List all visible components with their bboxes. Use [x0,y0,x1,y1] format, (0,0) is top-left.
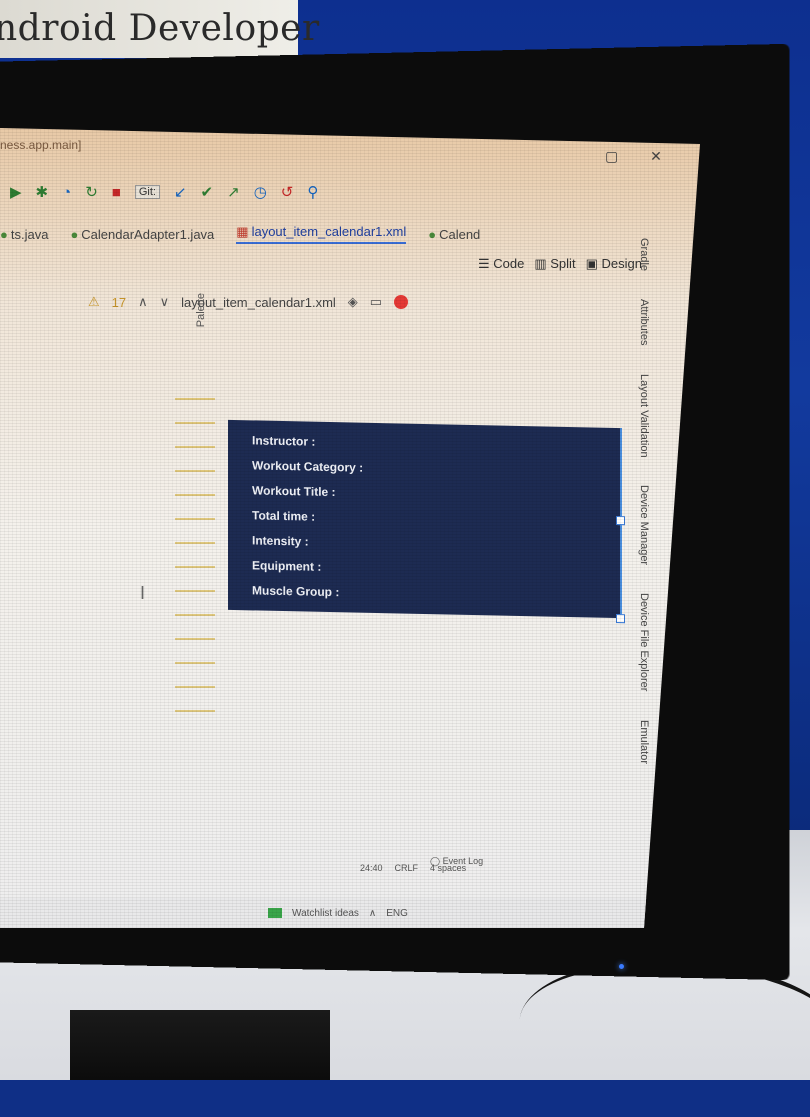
gutter-markers [175,398,215,728]
java-file-icon: ● [0,226,8,242]
code-view-button[interactable]: ☰ Code [478,256,524,272]
device-manager-tab[interactable]: Device Manager [628,485,650,565]
device-icon[interactable]: ▭ [370,294,382,310]
monitor-screen: ness.app.main] ▢ ✕ ▶ ✱ ◔ ↻ ■ Git: ↙ ✔ ↗ … [0,128,700,928]
power-led [619,964,624,969]
java-file-icon: ● [70,226,79,242]
language-indicator[interactable]: ENG [386,908,408,919]
gradle-panel-tab[interactable]: Gradle [628,238,650,271]
text-cursor-icon: I [140,583,146,603]
tab-label: Calend [439,226,481,242]
palette-panel-tab[interactable]: Palette [195,293,207,327]
attributes-panel-tab[interactable]: Attributes [628,299,650,345]
indent-setting[interactable]: 4 spaces [430,863,466,873]
warning-count: 17 [111,294,127,310]
split-label: Split [550,256,576,271]
chevron-up-icon[interactable]: ∧ [138,294,148,310]
apply-changes-icon[interactable]: ↻ [85,183,98,201]
error-icon[interactable] [394,295,409,309]
code-label: Code [493,256,525,271]
stop-icon[interactable]: ■ [112,184,121,201]
preview-field-list: Instructor : Workout Category : Workout … [228,420,620,611]
git-label: Git: [134,185,160,199]
view-mode-switch: ☰ Code ▥ Split ▣ Design [478,256,642,272]
status-bar: 24:40 CRLF 4 spaces [360,863,466,873]
chevron-down-icon[interactable]: ∨ [160,294,170,310]
git-commit-icon[interactable]: ✔ [201,183,214,201]
tab-calendar-adapter[interactable]: ● CalendarAdapter1.java [70,227,214,242]
git-push-icon[interactable]: ↗ [227,183,240,201]
monitor-stand [70,1010,330,1080]
tab-java-1[interactable]: ● ts.java [0,227,48,242]
watchlist-app-icon[interactable] [268,908,282,918]
xml-file-icon: ▦ [236,224,249,239]
line-ending[interactable]: CRLF [395,863,419,873]
window-controls[interactable]: ▢ ✕ [605,148,676,165]
tab-layout-xml[interactable]: ▦ layout_item_calendar1.xml [236,224,407,244]
run-icon[interactable]: ▶ [10,183,22,201]
banner-text: ndroid Developer [0,8,320,49]
banner-sign: ndroid Developer [0,0,319,58]
tray-chevron-icon[interactable]: ∧ [369,908,376,919]
emulator-tab[interactable]: Emulator [628,720,650,764]
resize-handle[interactable] [616,516,625,526]
project-path: ness.app.main] [0,138,82,152]
profile-icon[interactable]: ◔ [62,184,71,201]
history-icon[interactable]: ◷ [254,183,267,201]
orientation-icon[interactable]: ◈ [348,294,358,310]
windows-taskbar: Watchlist ideas ∧ ENG [0,898,700,928]
layout-preview[interactable]: Instructor : Workout Category : Workout … [228,419,625,624]
search-icon[interactable]: ⚲ [307,183,318,201]
taskbar-app-label[interactable]: Watchlist ideas [292,908,359,919]
device-file-explorer-tab[interactable]: Device File Explorer [628,593,650,691]
right-tool-strip: Gradle Attributes Layout Validation Devi… [628,238,650,928]
tab-calend[interactable]: ● Calend [428,227,480,242]
tab-label: ts.java [10,226,49,242]
resize-handle-corner[interactable] [616,614,625,624]
warning-icon[interactable]: ⚠ [88,294,100,310]
design-toolbar: ⚠ 17 ∧ ∨ layout_item_calendar1.xml ◈ ▭ [88,294,409,310]
git-update-icon[interactable]: ↙ [174,183,187,201]
debug-icon[interactable]: ✱ [36,183,49,201]
editor-tabs: ● ts.java ● CalendarAdapter1.java ▦ layout_… [0,224,480,244]
layout-validation-tab[interactable]: Layout Validation [628,374,650,458]
java-file-icon: ● [428,226,437,242]
split-view-button[interactable]: ▥ Split [534,256,575,272]
tab-label: layout_item_calendar1.xml [251,224,407,239]
ide-toolbar: ▶ ✱ ◔ ↻ ■ Git: ↙ ✔ ↗ ◷ ↺ ⚲ [10,183,318,202]
rollback-icon[interactable]: ↺ [281,183,294,201]
tab-label: CalendarAdapter1.java [81,226,215,242]
caret-position[interactable]: 24:40 [360,863,383,873]
